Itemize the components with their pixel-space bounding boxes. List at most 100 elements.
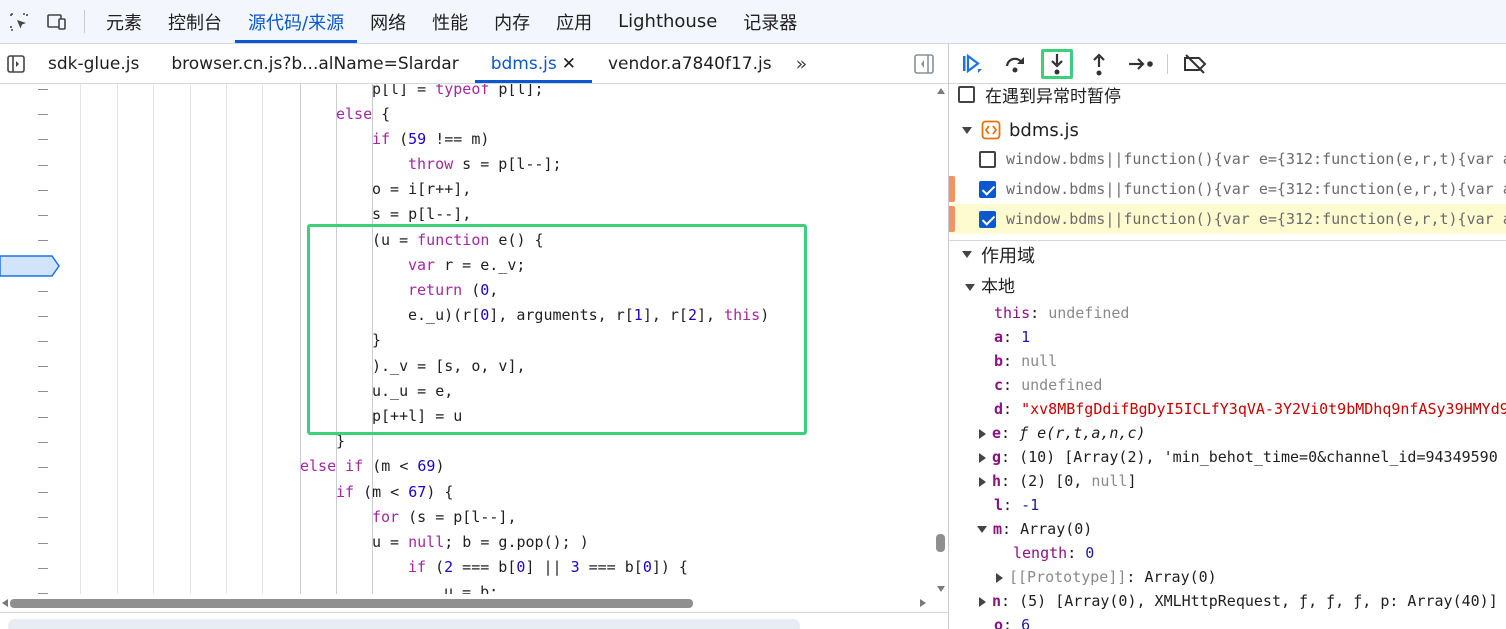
step-out-button[interactable] bbox=[1083, 49, 1115, 79]
gutter-line-marker[interactable] bbox=[38, 416, 48, 418]
code-line[interactable]: else if (m < 69) bbox=[300, 454, 445, 479]
pause-on-exceptions-checkbox[interactable] bbox=[958, 85, 975, 103]
more-tabs-icon[interactable]: » bbox=[788, 44, 816, 83]
local-scope-header[interactable]: 本地 bbox=[965, 275, 1015, 299]
breakpoint-checkbox[interactable] bbox=[979, 150, 996, 168]
pause-on-exceptions-row[interactable]: 在遇到异常时暂停 bbox=[949, 82, 1121, 107]
scroll-thumb[interactable] bbox=[936, 534, 945, 552]
var-value: ƒ e(r,t,a,n,c) bbox=[1019, 424, 1146, 442]
toggle-debugger-sidebar-icon[interactable] bbox=[912, 52, 936, 76]
scroll-up-icon[interactable] bbox=[937, 88, 945, 94]
current-execution-line-marker[interactable] bbox=[0, 255, 61, 277]
code-line[interactable]: if (59 !== m) bbox=[372, 127, 489, 152]
device-toolbar-icon[interactable] bbox=[38, 0, 76, 43]
tab-lighthouse[interactable]: Lighthouse bbox=[605, 0, 730, 43]
step-into-button[interactable] bbox=[1041, 49, 1073, 79]
code-editor[interactable]: p[l] = typeof p[l]; else {if (59 !== m) th… bbox=[0, 84, 934, 594]
close-icon[interactable]: ✕ bbox=[562, 54, 576, 74]
gutter-line-marker[interactable] bbox=[38, 290, 48, 292]
scope-var-e[interactable]: e: ƒ e(r,t,a,n,c) bbox=[979, 421, 1146, 445]
file-tab-bdms[interactable]: bdms.js ✕ bbox=[474, 44, 593, 83]
scroll-right-icon[interactable] bbox=[920, 599, 926, 607]
inspect-element-icon[interactable] bbox=[0, 0, 38, 43]
gutter-line-marker[interactable] bbox=[38, 139, 48, 141]
file-tab-vendor[interactable]: vendor.a7840f17.js bbox=[592, 44, 788, 83]
deactivate-breakpoints-button[interactable] bbox=[1179, 49, 1211, 79]
code-line[interactable]: u = null; b = g.pop(); ) bbox=[372, 530, 589, 555]
scope-var-c[interactable]: c: undefined bbox=[994, 373, 1102, 397]
expand-arrow-icon[interactable] bbox=[996, 572, 1003, 583]
expand-arrow-icon[interactable] bbox=[979, 452, 986, 463]
code-line[interactable]: o = i[r++], bbox=[372, 177, 471, 202]
scope-var-n[interactable]: n: (5) [Array(0), XMLHttpRequest, ƒ, ƒ, … bbox=[979, 589, 1498, 613]
code-vertical-scrollbar[interactable] bbox=[934, 84, 948, 594]
scope-var-prototype[interactable]: [[Prototype]]: Array(0) bbox=[996, 565, 1217, 589]
scope-var-a[interactable]: a: 1 bbox=[994, 325, 1030, 349]
code-line[interactable]: for (s = p[l--], bbox=[372, 505, 517, 530]
gutter-line-marker[interactable] bbox=[38, 542, 48, 544]
expand-arrow-icon[interactable] bbox=[979, 428, 986, 439]
scope-var-l[interactable]: l: -1 bbox=[994, 493, 1039, 517]
gutter-line-marker[interactable] bbox=[38, 517, 48, 519]
scope-var-m[interactable]: m: Array(0) bbox=[977, 517, 1092, 541]
scope-var-d[interactable]: d: "xv8MBfgDdifBgDyI5ICLfY3qVA-3Y2Vi0t9b… bbox=[994, 397, 1506, 421]
scope-var-this[interactable]: this: undefined bbox=[994, 301, 1129, 325]
code-line[interactable]: if (2 === b[0] || 3 === b[0]) { bbox=[408, 555, 688, 580]
scope-section-header[interactable]: 作用域 bbox=[949, 240, 1506, 268]
scope-var-b[interactable]: b: null bbox=[994, 349, 1057, 373]
gutter-line-marker[interactable] bbox=[38, 366, 48, 368]
gutter-line-marker[interactable] bbox=[38, 341, 48, 342]
scope-var-length[interactable]: length: 0 bbox=[1013, 541, 1094, 565]
file-tab-sdk-glue[interactable]: sdk-glue.js bbox=[32, 44, 155, 83]
expand-arrow-icon[interactable] bbox=[965, 283, 975, 291]
code-line[interactable]: p[l] = typeof p[l]; bbox=[372, 84, 544, 102]
step-button[interactable] bbox=[1125, 49, 1157, 79]
gutter-line-marker[interactable] bbox=[38, 467, 48, 468]
scroll-left-icon[interactable] bbox=[2, 599, 8, 607]
gutter-line-marker[interactable] bbox=[38, 114, 48, 116]
gutter-line-marker[interactable] bbox=[38, 315, 48, 317]
expand-arrow-icon[interactable] bbox=[962, 251, 972, 258]
show-navigator-icon[interactable] bbox=[0, 44, 32, 83]
tab-sources[interactable]: 源代码/来源 bbox=[235, 0, 358, 43]
breakpoint-checkbox[interactable] bbox=[979, 180, 996, 198]
gutter-line-marker[interactable] bbox=[38, 164, 48, 166]
gutter-line-marker[interactable] bbox=[38, 492, 48, 494]
tab-application[interactable]: 应用 bbox=[543, 0, 605, 43]
expand-arrow-icon[interactable] bbox=[962, 126, 972, 134]
expand-arrow-icon[interactable] bbox=[979, 476, 986, 487]
gutter-line-marker[interactable] bbox=[38, 215, 48, 216]
breakpoint-item[interactable]: window.bdms||function(){var e={312:funct… bbox=[949, 174, 1506, 204]
gutter-line-marker[interactable] bbox=[38, 189, 48, 191]
tab-recorder[interactable]: 记录器 bbox=[730, 0, 810, 43]
tab-network[interactable]: 网络 bbox=[357, 0, 419, 43]
gutter-line-marker[interactable] bbox=[38, 89, 48, 90]
expand-arrow-icon[interactable] bbox=[979, 596, 986, 607]
code-line[interactable]: else { bbox=[336, 102, 390, 127]
file-tab-browser-cn[interactable]: browser.cn.js?b...alName=Slardar bbox=[155, 44, 474, 83]
gutter-line-marker[interactable] bbox=[38, 240, 48, 242]
code-horizontal-scrollbar[interactable] bbox=[0, 594, 934, 612]
resume-button[interactable] bbox=[955, 49, 987, 79]
tab-console[interactable]: 控制台 bbox=[155, 0, 235, 43]
gutter-line-marker[interactable] bbox=[38, 441, 48, 443]
breakpoint-item[interactable]: window.bdms||function(){var e={312:funct… bbox=[949, 144, 1506, 174]
scope-var-g[interactable]: g: (10) [Array(2), 'min_behot_time=0&cha… bbox=[979, 445, 1498, 469]
hscroll-thumb[interactable] bbox=[10, 599, 693, 608]
gutter-line-marker[interactable] bbox=[38, 391, 48, 393]
breakpoints-file-header[interactable]: bdms.js bbox=[949, 116, 1506, 144]
code-line[interactable]: if (m < 67) { bbox=[336, 480, 453, 505]
tab-memory[interactable]: 内存 bbox=[481, 0, 543, 43]
tab-elements[interactable]: 元素 bbox=[93, 0, 155, 43]
gutter-line-marker[interactable] bbox=[38, 567, 48, 569]
breakpoint-item-paused[interactable]: window.bdms||function(){var e={312:funct… bbox=[949, 204, 1506, 234]
collapse-arrow-icon[interactable] bbox=[977, 526, 987, 533]
breakpoint-checkbox[interactable] bbox=[979, 210, 996, 228]
scroll-down-icon[interactable] bbox=[937, 586, 945, 592]
code-line[interactable]: u = b; bbox=[444, 580, 498, 594]
tab-performance[interactable]: 性能 bbox=[419, 0, 481, 43]
step-over-button[interactable] bbox=[999, 49, 1031, 79]
scope-var-o[interactable]: o: 6 bbox=[994, 613, 1030, 629]
code-line[interactable]: throw s = p[l--]; bbox=[408, 152, 562, 177]
scope-var-h[interactable]: h: (2) [0, null] bbox=[979, 469, 1137, 493]
